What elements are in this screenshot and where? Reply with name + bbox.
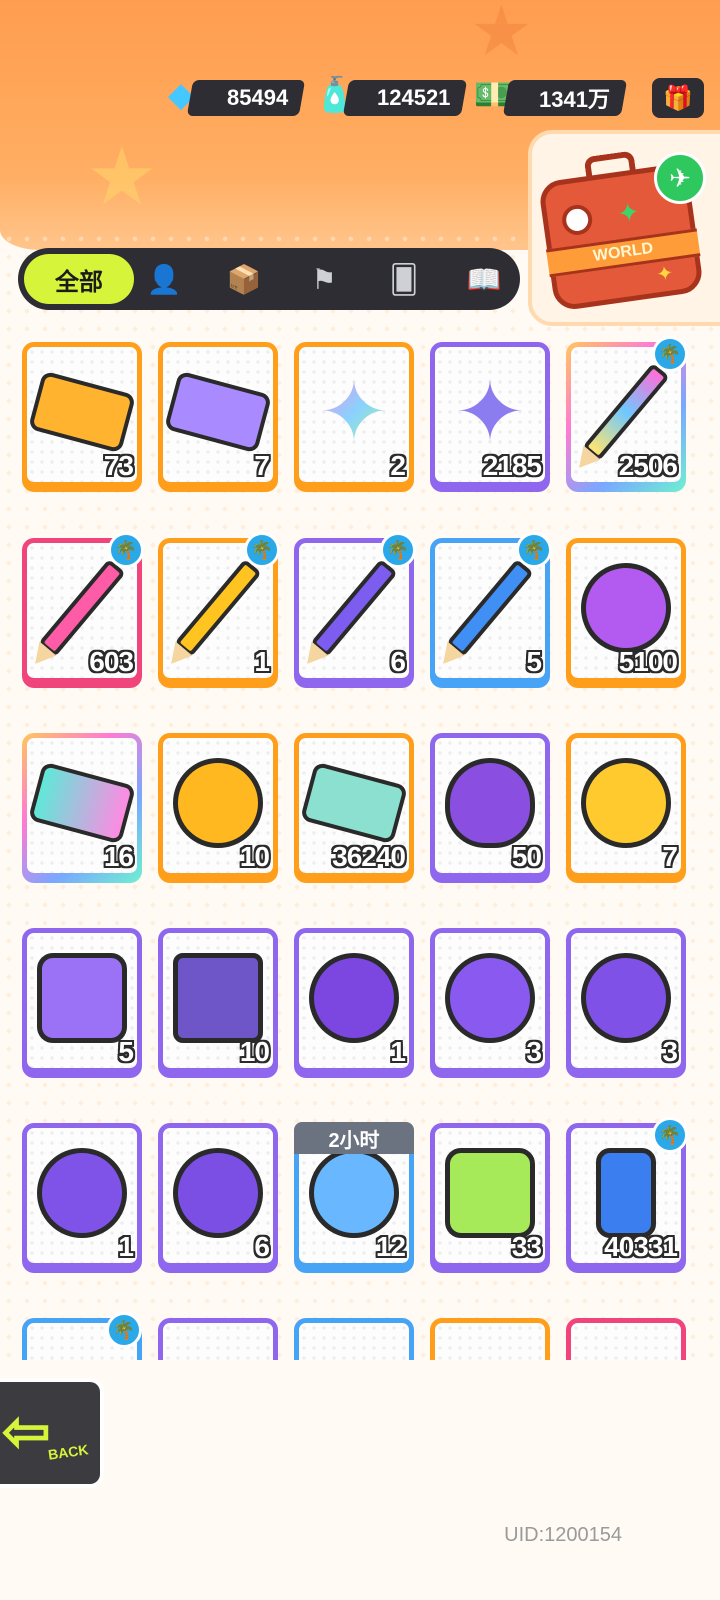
book-icon[interactable]: 📖: [464, 260, 504, 298]
map-pin-icon: [560, 202, 595, 237]
item-count: 6: [390, 646, 406, 677]
cards-icon[interactable]: 🂠: [384, 260, 424, 298]
item-count: 5: [526, 646, 542, 677]
item-count: 7: [662, 841, 678, 872]
palm-tree-icon: 🌴: [380, 532, 416, 568]
item-count: 3: [526, 1036, 542, 1067]
purple-star-icon: ✦: [454, 364, 526, 459]
item-card-purple-star[interactable]: ✦ 2185: [430, 342, 550, 492]
item-card-mpet-sprout-yellow[interactable]: 1: [22, 1123, 142, 1273]
person-icon[interactable]: 👤: [144, 260, 184, 298]
star-decoration: ★: [470, 0, 533, 70]
palm-tree-icon: 🌴: [652, 1117, 688, 1153]
item-count: 36240: [332, 841, 406, 872]
timer-label: 2小时: [294, 1122, 414, 1154]
purple-crayon-icon: [310, 553, 398, 663]
item-count: 10: [239, 841, 270, 872]
item-count: 5100: [618, 646, 678, 677]
burst-coin-icon: [173, 757, 263, 848]
yellow-crayon-icon: [174, 553, 262, 663]
plane-icon[interactable]: ✈: [654, 152, 706, 204]
item-card-mpet-sprout-green[interactable]: 6: [158, 1123, 278, 1273]
purple-ticket-icon: [163, 370, 273, 454]
cool-badge-icon: [581, 562, 671, 653]
mpet-fish-icon: [445, 952, 535, 1043]
item-count: 16: [103, 841, 134, 872]
list-fade: [0, 1360, 720, 1390]
flag-icon[interactable]: ⚑: [304, 260, 344, 298]
mpet-bat-icon: [309, 952, 399, 1043]
item-count: 7: [254, 450, 270, 481]
item-count: 73: [103, 450, 134, 481]
spray-value: 124521: [376, 85, 450, 110]
item-card-mpet-bat[interactable]: 1: [294, 928, 414, 1078]
item-card-purple-ticket[interactable]: 7: [158, 342, 278, 492]
gift-button[interactable]: 🎁: [652, 78, 704, 118]
item-count: 2185: [482, 450, 542, 481]
item-card-deity-gold[interactable]: 7: [566, 733, 686, 883]
box-icon[interactable]: 📦: [224, 260, 264, 298]
item-card-cool-badge[interactable]: 5100: [566, 538, 686, 688]
palm-tree-icon: 🌴: [108, 532, 144, 568]
item-count: 2: [390, 450, 406, 481]
season-ticket-icon: [299, 761, 409, 845]
item-card-mystery-egg[interactable]: 50: [430, 733, 550, 883]
diamond-counter[interactable]: 85494: [186, 80, 306, 116]
item-count: 1: [390, 1036, 406, 1067]
item-count: 5: [118, 1036, 134, 1067]
item-count: 6: [254, 1231, 270, 1262]
tab-all[interactable]: 全部: [24, 254, 134, 304]
item-card-burst-coin[interactable]: 10: [158, 733, 278, 883]
lottery-ticket-icon: [27, 761, 137, 845]
item-count: 33: [511, 1231, 542, 1262]
deity-purple-icon: [37, 952, 127, 1043]
cash-value: 1341万: [539, 87, 610, 112]
sparkle-icon: ✦: [615, 196, 642, 230]
mpet-sprout-yellow-icon: [37, 1147, 127, 1238]
palm-tree-icon: 🌴: [652, 336, 688, 372]
blue-crayon-icon: [446, 553, 534, 663]
mystery-egg-icon: [445, 757, 535, 848]
gift-icon: 🎁: [663, 84, 693, 112]
travel-card-icon: [173, 952, 263, 1043]
item-count: 3: [662, 1036, 678, 1067]
item-count: 12: [375, 1231, 406, 1262]
item-card-green-cup[interactable]: 33: [430, 1123, 550, 1273]
star-decoration: ★: [86, 132, 158, 221]
item-card-rainbow-star[interactable]: ✦ 2: [294, 342, 414, 492]
item-card-mpet-apple[interactable]: 3: [566, 928, 686, 1078]
alarm-clock-icon: [309, 1147, 399, 1238]
diamond-value: 85494: [226, 85, 288, 110]
rainbow-star-icon: ✦: [318, 364, 390, 459]
item-card-gold-ticket[interactable]: 73: [22, 342, 142, 492]
spray-counter[interactable]: 124521: [342, 80, 468, 116]
item-count: 40331: [604, 1231, 678, 1262]
deity-gold-icon: [581, 757, 671, 848]
palm-tree-icon: 🌴: [244, 532, 280, 568]
green-cup-icon: [445, 1147, 535, 1238]
spray-can-icon: [596, 1147, 656, 1238]
cash-counter[interactable]: 1341万: [502, 80, 628, 116]
item-count: 50: [511, 841, 542, 872]
user-id: UID:1200154: [504, 1524, 622, 1546]
item-card-lottery-ticket[interactable]: 16: [22, 733, 142, 883]
item-count: 2506: [618, 450, 678, 481]
item-card-travel-card[interactable]: 10: [158, 928, 278, 1078]
suitcase-label: WORLD: [546, 228, 701, 278]
item-count: 10: [239, 1036, 270, 1067]
palm-tree-icon: 🌴: [516, 532, 552, 568]
item-card-mpet-fish[interactable]: 3: [430, 928, 550, 1078]
sparkle-icon: ✦: [655, 262, 675, 287]
item-card-deity-purple[interactable]: 5: [22, 928, 142, 1078]
item-count: 1: [254, 646, 270, 677]
back-button[interactable]: ⇦ BACK: [0, 1378, 104, 1488]
category-tabbar: 全部 👤 📦 ⚑ 🂠 📖: [18, 248, 520, 310]
item-count: 1: [118, 1231, 134, 1262]
palm-tree-icon: 🌴: [106, 1312, 142, 1348]
item-card-season-ticket[interactable]: 36240: [294, 733, 414, 883]
item-count: 603: [89, 646, 134, 677]
gold-ticket-icon: [27, 370, 137, 454]
mpet-sprout-green-icon: [173, 1147, 263, 1238]
mpet-apple-icon: [581, 952, 671, 1043]
